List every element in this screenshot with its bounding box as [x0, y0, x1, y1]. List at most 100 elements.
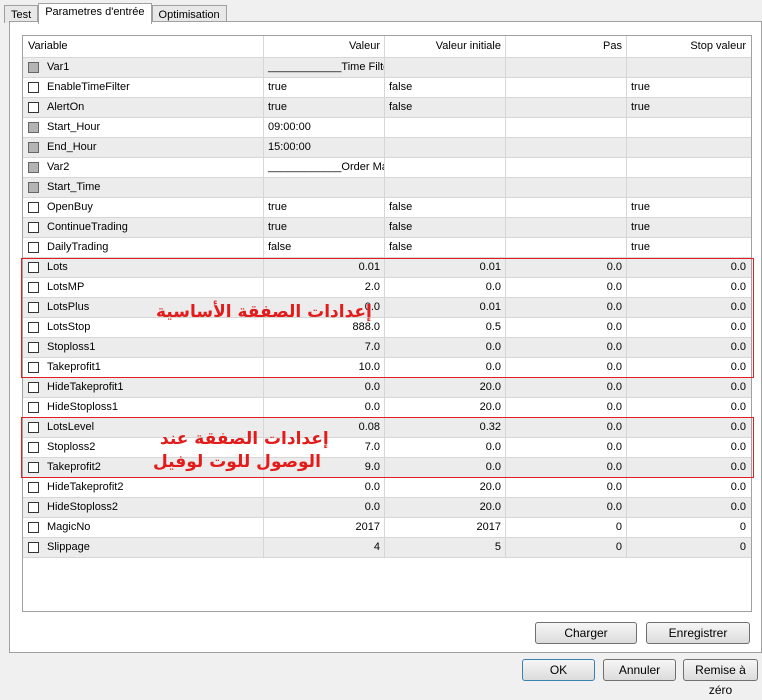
stop-value-cell[interactable] [627, 118, 750, 137]
checkbox[interactable] [28, 262, 39, 273]
table-row[interactable]: Stoploss1 7.0 0.0 0.0 0.0 [23, 338, 751, 358]
initial-value-cell[interactable]: false [385, 238, 506, 257]
checkbox[interactable] [28, 122, 39, 133]
initial-value-cell[interactable]: 0.0 [385, 438, 506, 457]
table-row[interactable]: Var2 ____________Order Management [23, 158, 751, 178]
column-header-value[interactable]: Valeur [264, 36, 385, 57]
checkbox[interactable] [28, 482, 39, 493]
value-cell[interactable]: ____________Order Management [264, 158, 385, 177]
table-row[interactable]: AlertOn true false true [23, 98, 751, 118]
stop-value-cell[interactable]: 0.0 [627, 318, 750, 337]
checkbox[interactable] [28, 162, 39, 173]
value-cell[interactable]: 15:00:00 [264, 138, 385, 157]
step-cell[interactable] [506, 58, 627, 77]
table-row[interactable]: EnableTimeFilter true false true [23, 78, 751, 98]
value-cell[interactable]: false [264, 238, 385, 257]
step-cell[interactable]: 0 [506, 518, 627, 537]
initial-value-cell[interactable]: 0.32 [385, 418, 506, 437]
step-cell[interactable]: 0.0 [506, 498, 627, 517]
step-cell[interactable]: 0.0 [506, 258, 627, 277]
step-cell[interactable] [506, 158, 627, 177]
value-cell[interactable]: 0.01 [264, 258, 385, 277]
step-cell[interactable] [506, 198, 627, 217]
initial-value-cell[interactable]: 0.0 [385, 278, 506, 297]
value-cell[interactable]: 2.0 [264, 278, 385, 297]
checkbox[interactable] [28, 282, 39, 293]
load-button[interactable]: Charger [535, 622, 637, 644]
value-cell[interactable]: 10.0 [264, 358, 385, 377]
stop-value-cell[interactable] [627, 138, 750, 157]
stop-value-cell[interactable]: 0.0 [627, 438, 750, 457]
step-cell[interactable]: 0.0 [506, 418, 627, 437]
step-cell[interactable] [506, 78, 627, 97]
stop-value-cell[interactable]: 0.0 [627, 458, 750, 477]
initial-value-cell[interactable]: 20.0 [385, 498, 506, 517]
stop-value-cell[interactable]: 0.0 [627, 478, 750, 497]
initial-value-cell[interactable]: 0.0 [385, 358, 506, 377]
checkbox[interactable] [28, 522, 39, 533]
checkbox[interactable] [28, 82, 39, 93]
stop-value-cell[interactable] [627, 158, 750, 177]
checkbox[interactable] [28, 222, 39, 233]
step-cell[interactable]: 0.0 [506, 278, 627, 297]
step-cell[interactable]: 0.0 [506, 478, 627, 497]
step-cell[interactable] [506, 238, 627, 257]
table-row[interactable]: ContinueTrading true false true [23, 218, 751, 238]
value-cell[interactable]: true [264, 218, 385, 237]
checkbox[interactable] [28, 242, 39, 253]
step-cell[interactable] [506, 218, 627, 237]
checkbox[interactable] [28, 542, 39, 553]
step-cell[interactable]: 0.0 [506, 378, 627, 397]
initial-value-cell[interactable]: 0.5 [385, 318, 506, 337]
value-cell[interactable] [264, 178, 385, 197]
checkbox[interactable] [28, 182, 39, 193]
table-row[interactable]: Takeprofit1 10.0 0.0 0.0 0.0 [23, 358, 751, 378]
initial-value-cell[interactable] [385, 58, 506, 77]
checkbox[interactable] [28, 322, 39, 333]
value-cell[interactable]: true [264, 78, 385, 97]
table-row[interactable]: Start_Time [23, 178, 751, 198]
step-cell[interactable]: 0.0 [506, 298, 627, 317]
initial-value-cell[interactable]: 0.0 [385, 338, 506, 357]
stop-value-cell[interactable]: true [627, 218, 750, 237]
step-cell[interactable] [506, 118, 627, 137]
initial-value-cell[interactable] [385, 178, 506, 197]
stop-value-cell[interactable]: 0.0 [627, 358, 750, 377]
value-cell[interactable]: 7.0 [264, 338, 385, 357]
table-row[interactable]: MagicNo 2017 2017 0 0 [23, 518, 751, 538]
initial-value-cell[interactable]: false [385, 98, 506, 117]
step-cell[interactable] [506, 138, 627, 157]
initial-value-cell[interactable]: 20.0 [385, 398, 506, 417]
checkbox[interactable] [28, 462, 39, 473]
stop-value-cell[interactable]: true [627, 198, 750, 217]
initial-value-cell[interactable]: false [385, 78, 506, 97]
checkbox[interactable] [28, 302, 39, 313]
value-cell[interactable]: ____________Time Filter [264, 58, 385, 77]
checkbox[interactable] [28, 422, 39, 433]
value-cell[interactable]: true [264, 198, 385, 217]
table-row[interactable]: HideTakeprofit2 0.0 20.0 0.0 0.0 [23, 478, 751, 498]
step-cell[interactable]: 0.0 [506, 338, 627, 357]
stop-value-cell[interactable]: 0.0 [627, 378, 750, 397]
checkbox[interactable] [28, 342, 39, 353]
step-cell[interactable]: 0.0 [506, 398, 627, 417]
checkbox[interactable] [28, 382, 39, 393]
initial-value-cell[interactable]: 0.01 [385, 258, 506, 277]
stop-value-cell[interactable]: true [627, 78, 750, 97]
value-cell[interactable]: 2017 [264, 518, 385, 537]
initial-value-cell[interactable]: 0.0 [385, 458, 506, 477]
checkbox[interactable] [28, 202, 39, 213]
stop-value-cell[interactable] [627, 178, 750, 197]
table-row[interactable]: DailyTrading false false true [23, 238, 751, 258]
stop-value-cell[interactable]: 0.0 [627, 498, 750, 517]
table-row[interactable]: HideTakeprofit1 0.0 20.0 0.0 0.0 [23, 378, 751, 398]
reset-button[interactable]: Remise à zéro [683, 659, 758, 697]
step-cell[interactable]: 0.0 [506, 358, 627, 377]
table-row[interactable]: HideStoploss2 0.0 20.0 0.0 0.0 [23, 498, 751, 518]
step-cell[interactable] [506, 178, 627, 197]
initial-value-cell[interactable]: 2017 [385, 518, 506, 537]
initial-value-cell[interactable]: 5 [385, 538, 506, 557]
initial-value-cell[interactable]: false [385, 218, 506, 237]
step-cell[interactable]: 0 [506, 538, 627, 557]
checkbox[interactable] [28, 142, 39, 153]
